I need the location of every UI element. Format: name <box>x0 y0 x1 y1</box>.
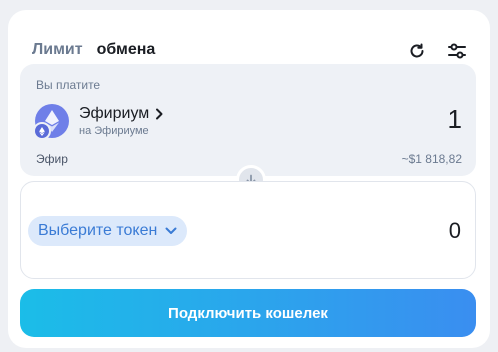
refresh-icon[interactable] <box>406 40 428 62</box>
pay-token-name: Эфириум <box>79 105 150 122</box>
pay-label: Вы платите <box>36 78 101 92</box>
select-token-button[interactable]: Выберите токен <box>28 216 188 246</box>
ethereum-token-icon <box>33 104 69 140</box>
pay-token-symbol: Эфир <box>36 152 68 166</box>
toolbar <box>406 40 468 62</box>
mode-tabs: Лимит обмена <box>32 41 155 59</box>
chevron-down-icon <box>165 227 177 234</box>
chevron-right-icon <box>156 108 163 120</box>
pay-amount-input[interactable]: 1 <box>448 104 462 135</box>
pay-panel: Вы платите Эфириум на Эфириуме 1 Эфир ~$… <box>20 64 476 176</box>
pay-token-selector[interactable]: Эфириум на Эфириуме <box>33 104 163 140</box>
receive-amount-input[interactable]: 0 <box>449 218 461 244</box>
receive-panel: Выберите токен 0 <box>20 181 476 279</box>
sliders-icon[interactable] <box>446 40 468 62</box>
tab-swap[interactable]: обмена <box>97 41 156 59</box>
ethereum-network-icon <box>33 122 51 140</box>
select-token-label: Выберите токен <box>38 222 158 239</box>
connect-wallet-button[interactable]: Подключить кошелек <box>20 289 476 337</box>
pay-token-network: на Эфириуме <box>79 125 149 137</box>
pay-usd-value: ~$1 818,82 <box>401 152 462 166</box>
tab-limit[interactable]: Лимит <box>32 41 83 59</box>
